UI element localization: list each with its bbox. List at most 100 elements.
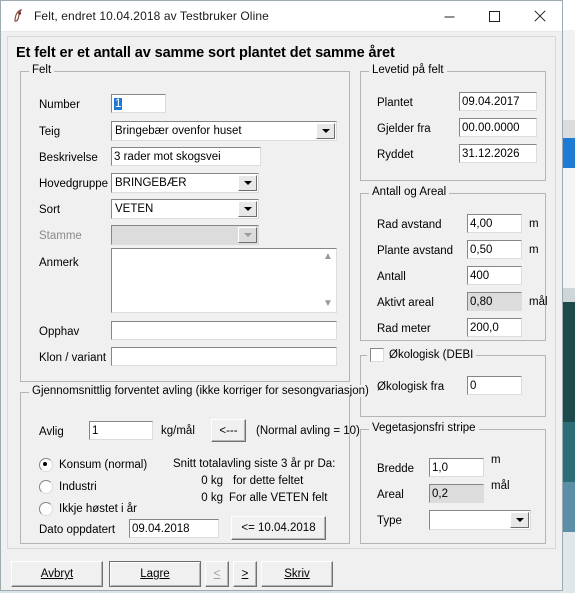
label-areal: Areal (377, 489, 404, 501)
areal-output: 0,2 (429, 484, 484, 503)
window-controls (427, 1, 562, 31)
avlig-input-value: 1 (92, 425, 99, 437)
group-okologisk: Økologisk (DEBI Økologisk fra 0 (360, 348, 546, 417)
label-rad-meter: Rad meter (377, 323, 431, 335)
group-vegetasjon-legend: Vegetasjonsfri stripe (369, 422, 479, 434)
group-antall-areal-legend: Antall og Areal (369, 186, 450, 198)
unit-areal: mål (491, 480, 510, 492)
okologisk-fra-input[interactable]: 0 (467, 376, 522, 395)
dato-oppdatert-button[interactable]: <= 10.04.2018 (231, 516, 326, 540)
radio-ikkje-hostet-label: Ikkje høstet i år (59, 503, 137, 515)
group-vegetasjonsfri-stripe: Vegetasjonsfri stripe Bredde 1,0 m Areal… (360, 422, 546, 544)
radio-konsum-dot (39, 458, 53, 472)
anmerk-scrollbar[interactable]: ▲ ▼ (321, 250, 335, 311)
label-dato-oppdatert: Dato oppdatert (39, 524, 116, 536)
close-icon[interactable] (517, 1, 562, 31)
opphav-input[interactable] (111, 321, 337, 340)
plante-avstand-input[interactable]: 0,50 (467, 240, 522, 259)
maximize-icon[interactable] (472, 1, 517, 31)
chevron-down-icon[interactable] (238, 175, 257, 191)
skriv-button[interactable]: Skriv (261, 561, 333, 587)
ryddet-input-value: 31.12.2026 (462, 148, 520, 160)
radio-konsum[interactable]: Konsum (normal) (39, 458, 147, 472)
beskrivelse-input-value: 3 rader mot skogsvei (114, 151, 221, 163)
gjelder-fra-input[interactable]: 00.00.0000 (459, 118, 537, 137)
app-icon (10, 8, 26, 24)
avlig-input[interactable]: 1 (89, 421, 153, 440)
rad-avstand-input[interactable]: 4,00 (467, 214, 522, 233)
rad-meter-input-value: 200,0 (470, 322, 499, 334)
number-input[interactable]: 1 (111, 94, 166, 113)
minimize-icon[interactable] (427, 1, 472, 31)
stamme-combobox (111, 225, 259, 245)
chevron-down-icon[interactable] (510, 512, 529, 528)
label-plantet: Plantet (377, 97, 413, 109)
okologisk-checkbox[interactable] (370, 348, 384, 362)
klon-variant-input[interactable] (111, 347, 337, 366)
group-levetid: Levetid på felt Plantet 09.04.2017 Gjeld… (360, 64, 546, 181)
unit-aktivt-areal: mål (529, 296, 548, 308)
chevron-down-icon[interactable] (316, 123, 335, 139)
rad-meter-input[interactable]: 200,0 (467, 318, 522, 337)
plantet-input-value: 09.04.2017 (462, 96, 520, 108)
form-panel: Et felt er et antall av samme sort plant… (7, 36, 556, 549)
label-klon-variant: Klon / variant (39, 352, 107, 364)
group-antall-areal: Antall og Areal Rad avstand 4,00 m Plant… (360, 186, 548, 341)
hovedgruppe-combobox[interactable]: BRINGEBÆR (111, 173, 259, 193)
chevron-down-icon[interactable]: ▼ (323, 297, 333, 311)
chevron-down-icon (238, 227, 257, 243)
plantet-input[interactable]: 09.04.2017 (459, 92, 537, 111)
felt-dialog-window: Felt, endret 10.04.2018 av Testbruker Ol… (0, 0, 563, 591)
label-ryddet: Ryddet (377, 149, 414, 161)
chevron-down-icon[interactable] (238, 201, 257, 217)
page-title: Et felt er et antall av samme sort plant… (16, 45, 395, 61)
teig-combobox[interactable]: Bringebær ovenfor huset (111, 121, 337, 141)
label-beskrivelse: Beskrivelse (39, 152, 98, 164)
anmerk-textarea[interactable]: ▲ ▼ (111, 248, 337, 313)
radio-ikkje-hostet[interactable]: Ikkje høstet i år (39, 502, 137, 516)
next-record-button[interactable]: > (233, 561, 257, 587)
unit-bredde: m (491, 454, 501, 466)
group-avling-legend: Gjennomsnittlig forventet avling (ikke k… (29, 385, 372, 397)
group-felt: Felt Number 1 Teig Bringebær ovenfor hus… (20, 64, 350, 382)
radio-konsum-label: Konsum (normal) (59, 459, 148, 471)
teig-combobox-value: Bringebær ovenfor huset (115, 125, 242, 137)
type-combobox[interactable] (429, 510, 531, 530)
lagre-button[interactable]: Lagre (109, 561, 201, 587)
skriv-button-label: Skriv (284, 568, 310, 580)
copy-normal-avling-button[interactable]: <--- (211, 419, 246, 442)
label-stamme: Stamme (39, 230, 82, 242)
beskrivelse-input[interactable]: 3 rader mot skogsvei (111, 147, 261, 166)
radio-ikkje-hostet-dot (39, 502, 53, 516)
group-okologisk-legend-label: Økologisk (DEBI (389, 349, 474, 361)
dato-oppdatert-input-value: 09.04.2018 (132, 523, 190, 535)
label-avlig: Avlig (39, 426, 64, 438)
radio-industri-label: Industri (59, 481, 97, 493)
label-anmerk: Anmerk (39, 257, 79, 269)
chevron-up-icon[interactable]: ▲ (323, 250, 333, 264)
title-bar: Felt, endret 10.04.2018 av Testbruker Ol… (1, 1, 562, 32)
group-levetid-legend: Levetid på felt (369, 64, 447, 76)
label-opphav: Opphav (39, 326, 80, 338)
label-okologisk-fra: Økologisk fra (377, 381, 445, 393)
number-input-value: 1 (114, 98, 123, 110)
dialog-button-bar: Avbryt Lagre < > Skriv (7, 553, 556, 593)
ryddet-input[interactable]: 31.12.2026 (459, 144, 537, 163)
snitt-row-1-value: 0 kg (201, 492, 223, 504)
bredde-input-value: 1,0 (432, 462, 448, 474)
group-avling: Gjennomsnittlig forventet avling (ikke k… (20, 385, 372, 544)
label-hovedgruppe: Hovedgruppe (39, 178, 109, 190)
bredde-input[interactable]: 1,0 (429, 458, 484, 477)
label-aktivt-areal: Aktivt areal (377, 297, 434, 309)
plante-avstand-input-value: 0,50 (470, 244, 493, 256)
sort-combobox[interactable]: VETEN (111, 199, 259, 219)
dato-oppdatert-input[interactable]: 09.04.2018 (129, 519, 219, 538)
rad-avstand-input-value: 4,00 (470, 218, 493, 230)
avbryt-button[interactable]: Avbryt (11, 561, 103, 587)
label-teig: Teig (39, 126, 61, 138)
snitt-row-0-value: 0 kg (201, 475, 223, 487)
radio-industri[interactable]: Industri (39, 480, 97, 494)
aktivt-areal-value: 0,80 (470, 296, 493, 308)
previous-record-button: < (205, 561, 229, 587)
antall-input[interactable]: 400 (467, 266, 522, 285)
